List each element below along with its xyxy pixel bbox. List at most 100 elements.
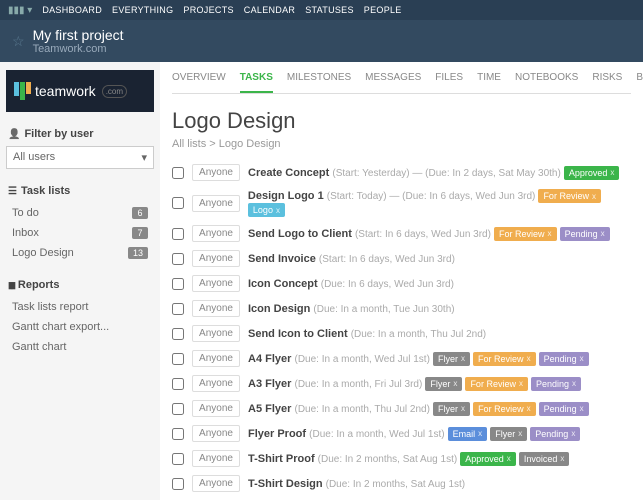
tab-risks[interactable]: RISKS <box>592 72 622 93</box>
tag-remove-icon[interactable]: x <box>461 404 465 413</box>
tab-billing[interactable]: BILLING <box>636 72 643 93</box>
tag-remove-icon[interactable]: x <box>518 429 522 438</box>
tab-milestones[interactable]: MILESTONES <box>287 72 351 93</box>
task-name[interactable]: Send Icon to Client <box>248 328 348 340</box>
task-checkbox[interactable] <box>172 428 184 440</box>
task-name[interactable]: A5 Flyer <box>248 403 291 415</box>
task-checkbox[interactable] <box>172 353 184 365</box>
task-checkbox[interactable] <box>172 167 184 179</box>
sidebar-report-item[interactable]: Gantt chart <box>6 337 154 357</box>
task-checkbox[interactable] <box>172 378 184 390</box>
assignee-select[interactable]: Anyone <box>192 225 240 242</box>
tag-remove-icon[interactable]: x <box>461 354 465 363</box>
assignee-select[interactable]: Anyone <box>192 450 240 467</box>
tag-remove-icon[interactable]: x <box>527 354 531 363</box>
topnav-dashboard[interactable]: DASHBOARD <box>42 5 102 15</box>
tab-files[interactable]: FILES <box>435 72 463 93</box>
task-checkbox[interactable] <box>172 253 184 265</box>
tag-remove-icon[interactable]: x <box>610 168 614 177</box>
tag[interactable]: Email x <box>448 427 488 441</box>
assignee-select[interactable]: Anyone <box>192 275 240 292</box>
tag-remove-icon[interactable]: x <box>453 379 457 388</box>
topnav-people[interactable]: PEOPLE <box>364 5 402 15</box>
tag[interactable]: Pending x <box>560 227 610 241</box>
task-checkbox[interactable] <box>172 453 184 465</box>
assignee-select[interactable]: Anyone <box>192 475 240 492</box>
task-name[interactable]: A3 Flyer <box>248 378 291 390</box>
tag[interactable]: Invoiced x <box>519 452 570 466</box>
assignee-select[interactable]: Anyone <box>192 400 240 417</box>
tag[interactable]: Flyer x <box>433 352 470 366</box>
task-name[interactable]: Icon Concept <box>248 278 318 290</box>
tab-overview[interactable]: OVERVIEW <box>172 72 226 93</box>
assignee-select[interactable]: Anyone <box>192 250 240 267</box>
task-name[interactable]: Send Invoice <box>248 253 316 265</box>
tag[interactable]: Flyer x <box>425 377 462 391</box>
topnav-calendar[interactable]: CALENDAR <box>244 5 295 15</box>
tag-remove-icon[interactable]: x <box>572 379 576 388</box>
tag-remove-icon[interactable]: x <box>601 229 605 238</box>
user-filter-select[interactable]: All users▾ <box>6 146 154 169</box>
star-icon[interactable]: ☆ <box>12 33 25 50</box>
task-checkbox[interactable] <box>172 403 184 415</box>
task-name[interactable]: Design Logo 1 <box>248 190 324 202</box>
tag[interactable]: Pending x <box>530 427 580 441</box>
tag-remove-icon[interactable]: x <box>276 206 280 215</box>
brand-logo[interactable]: teamwork .com <box>6 70 154 112</box>
assignee-select[interactable]: Anyone <box>192 425 240 442</box>
tab-tasks[interactable]: TASKS <box>240 72 273 93</box>
assignee-select[interactable]: Anyone <box>192 350 240 367</box>
tag-remove-icon[interactable]: x <box>580 404 584 413</box>
assignee-select[interactable]: Anyone <box>192 300 240 317</box>
task-name[interactable]: Flyer Proof <box>248 428 306 440</box>
assignee-select[interactable]: Anyone <box>192 375 240 392</box>
tag[interactable]: Pending x <box>539 352 589 366</box>
task-checkbox[interactable] <box>172 278 184 290</box>
crumb-root[interactable]: All lists <box>172 138 206 150</box>
tag[interactable]: Pending x <box>531 377 581 391</box>
sidebar-report-item[interactable]: Task lists report <box>6 297 154 317</box>
tag[interactable]: For Review x <box>538 189 601 203</box>
tag[interactable]: Pending x <box>539 402 589 416</box>
task-checkbox[interactable] <box>172 303 184 315</box>
tag-remove-icon[interactable]: x <box>507 454 511 463</box>
tag-remove-icon[interactable]: x <box>548 229 552 238</box>
tag[interactable]: Approved x <box>460 452 516 466</box>
tag[interactable]: For Review x <box>473 352 536 366</box>
tab-time[interactable]: TIME <box>477 72 501 93</box>
tag-remove-icon[interactable]: x <box>592 192 596 201</box>
tag[interactable]: Flyer x <box>433 402 470 416</box>
tag[interactable]: Approved x <box>564 166 620 180</box>
sidebar-list-item[interactable]: To do6 <box>6 203 154 223</box>
task-checkbox[interactable] <box>172 197 184 209</box>
topnav-projects[interactable]: PROJECTS <box>183 5 233 15</box>
tag[interactable]: For Review x <box>465 377 528 391</box>
tag[interactable]: For Review x <box>494 227 557 241</box>
task-checkbox[interactable] <box>172 328 184 340</box>
tag-remove-icon[interactable]: x <box>519 379 523 388</box>
tab-messages[interactable]: MESSAGES <box>365 72 421 93</box>
sidebar-list-item[interactable]: Logo Design13 <box>6 243 154 263</box>
tag-remove-icon[interactable]: x <box>560 454 564 463</box>
tag-remove-icon[interactable]: x <box>478 429 482 438</box>
task-name[interactable]: A4 Flyer <box>248 353 291 365</box>
task-checkbox[interactable] <box>172 228 184 240</box>
tag-remove-icon[interactable]: x <box>571 429 575 438</box>
tag-remove-icon[interactable]: x <box>527 404 531 413</box>
topnav-statuses[interactable]: STATUSES <box>305 5 354 15</box>
tag[interactable]: For Review x <box>473 402 536 416</box>
task-name[interactable]: T-Shirt Design <box>248 478 323 490</box>
assignee-select[interactable]: Anyone <box>192 195 240 212</box>
tag[interactable]: Flyer x <box>490 427 527 441</box>
topnav-everything[interactable]: EVERYTHING <box>112 5 173 15</box>
tag-remove-icon[interactable]: x <box>580 354 584 363</box>
task-checkbox[interactable] <box>172 478 184 490</box>
sidebar-list-item[interactable]: Inbox7 <box>6 223 154 243</box>
task-name[interactable]: Create Concept <box>248 167 329 179</box>
task-name[interactable]: T-Shirt Proof <box>248 453 315 465</box>
assignee-select[interactable]: Anyone <box>192 325 240 342</box>
task-name[interactable]: Send Logo to Client <box>248 228 352 240</box>
assignee-select[interactable]: Anyone <box>192 164 240 181</box>
tag[interactable]: Logo x <box>248 203 285 217</box>
task-name[interactable]: Icon Design <box>248 303 310 315</box>
